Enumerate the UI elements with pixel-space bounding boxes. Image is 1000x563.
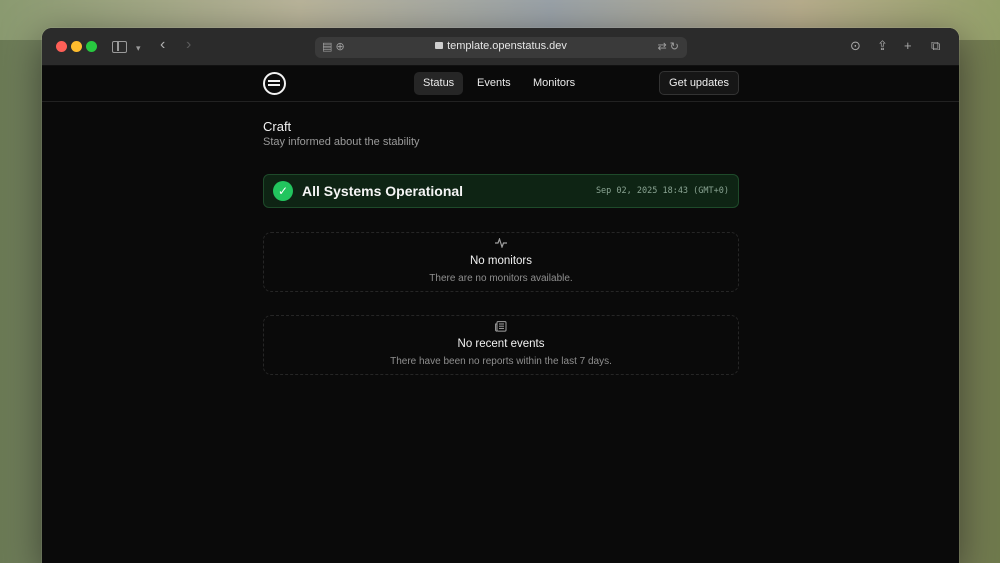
nav-monitors[interactable]: Monitors [524,72,584,95]
url-display[interactable]: template.openstatus.dev [315,40,687,52]
get-updates-button[interactable]: Get updates [659,71,739,95]
close-window-button[interactable] [56,41,67,52]
activity-icon [264,237,738,251]
status-text: All Systems Operational [302,183,464,199]
minimize-window-button[interactable] [71,41,82,52]
check-circle-icon: ✓ [273,181,293,201]
lock-icon [435,42,444,49]
monitors-empty-state: No monitors There are no monitors availa… [263,232,739,292]
page-title: Craft [263,119,292,134]
new-tab-icon[interactable]: + [904,38,912,53]
nav-events[interactable]: Events [468,72,520,95]
address-bar[interactable]: ▤ ⊕ template.openstatus.dev ⇄ ↻ [315,37,687,58]
sidebar-icon[interactable] [112,41,127,53]
share-icon[interactable]: ⇪ [877,38,888,54]
site-header: Status Events Monitors Get updates [42,66,959,102]
nav-status[interactable]: Status [414,72,464,95]
zoom-window-button[interactable] [86,41,97,52]
page-subtitle: Stay informed about the stability [263,136,420,148]
chevron-down-icon[interactable]: ▾ [136,39,141,57]
browser-toolbar: ▾ ‹ › ▤ ⊕ template.openstatus.dev ⇄ ↻ ⊙ … [42,28,959,66]
download-icon[interactable]: ⊙ [850,38,861,54]
events-empty-description: There have been no reports within the la… [390,356,612,367]
reload-icon[interactable]: ⇄ ↻ [658,40,680,53]
monitors-empty-description: There are no monitors available. [429,273,573,284]
status-timestamp: Sep 02, 2025 18:43 (GMT+0) [595,186,729,196]
events-empty-title: No recent events [457,338,545,350]
url-text: template.openstatus.dev [447,40,567,52]
monitors-empty-title: No monitors [470,255,532,267]
browser-window: ▾ ‹ › ▤ ⊕ template.openstatus.dev ⇄ ↻ ⊙ … [42,28,959,563]
status-banner: ✓ All Systems Operational Sep 02, 2025 1… [263,174,739,208]
openstatus-logo-icon[interactable] [263,72,286,95]
tabs-overview-icon[interactable]: ⧉ [931,38,940,54]
events-empty-state: No recent events There have been no repo… [263,315,739,375]
newspaper-icon [264,321,738,335]
forward-icon[interactable]: › [186,36,191,54]
back-icon[interactable]: ‹ [160,36,165,54]
